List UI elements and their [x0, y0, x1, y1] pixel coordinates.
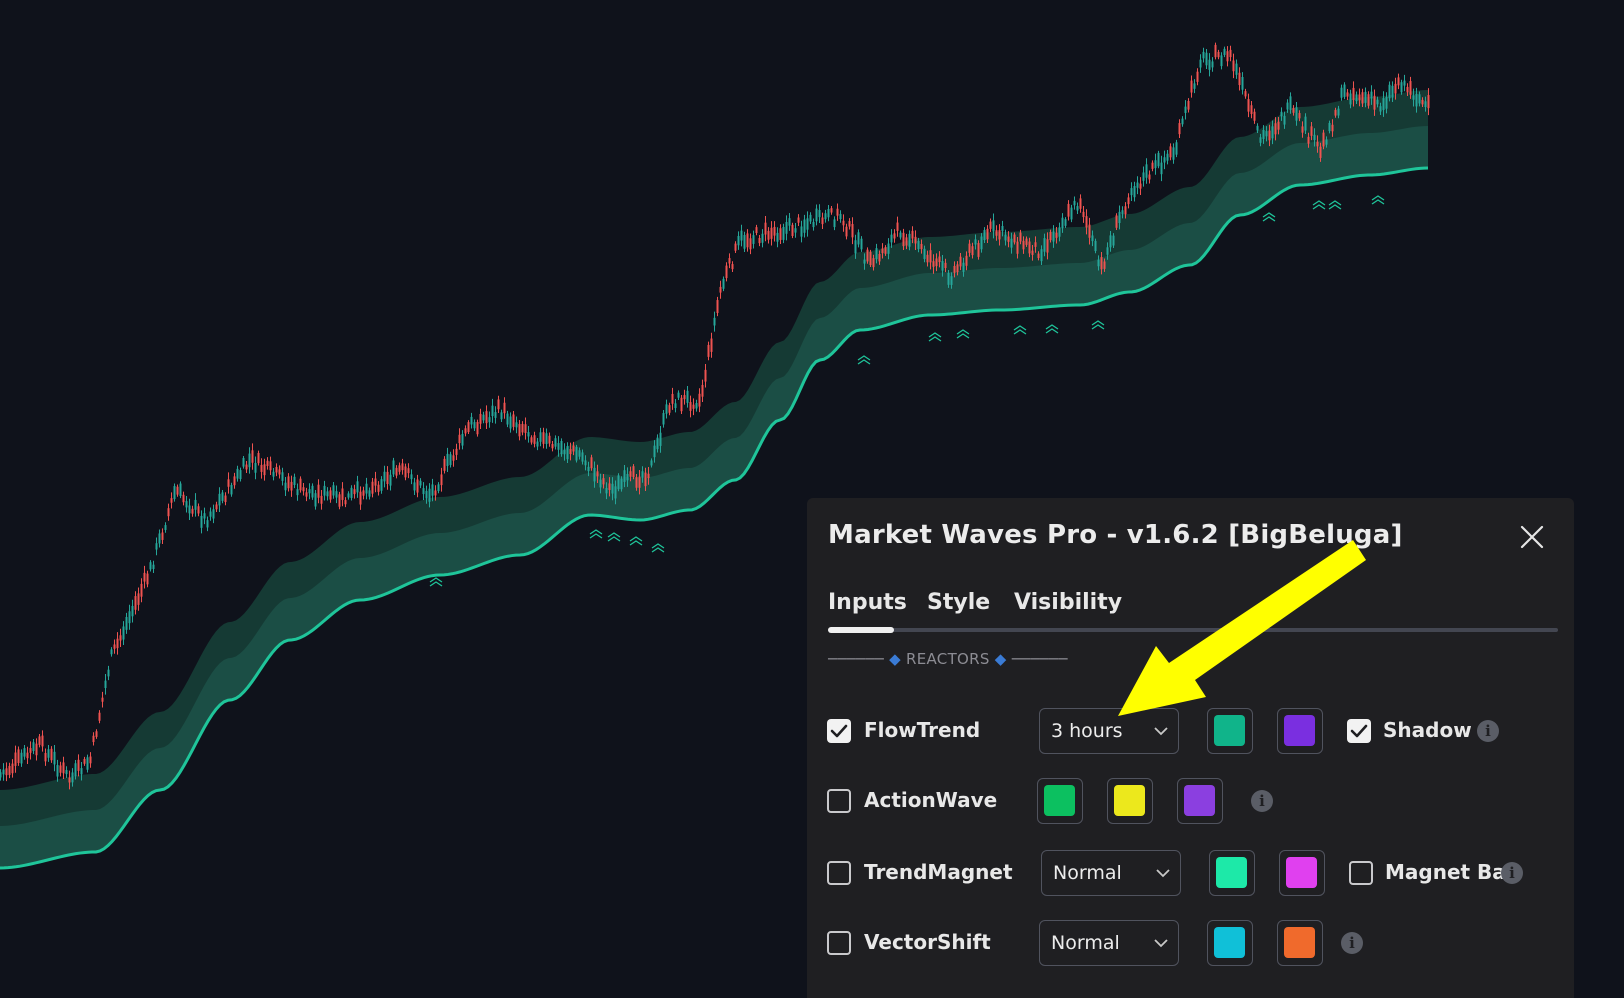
- arrow-annotation-icon: [1118, 540, 1366, 716]
